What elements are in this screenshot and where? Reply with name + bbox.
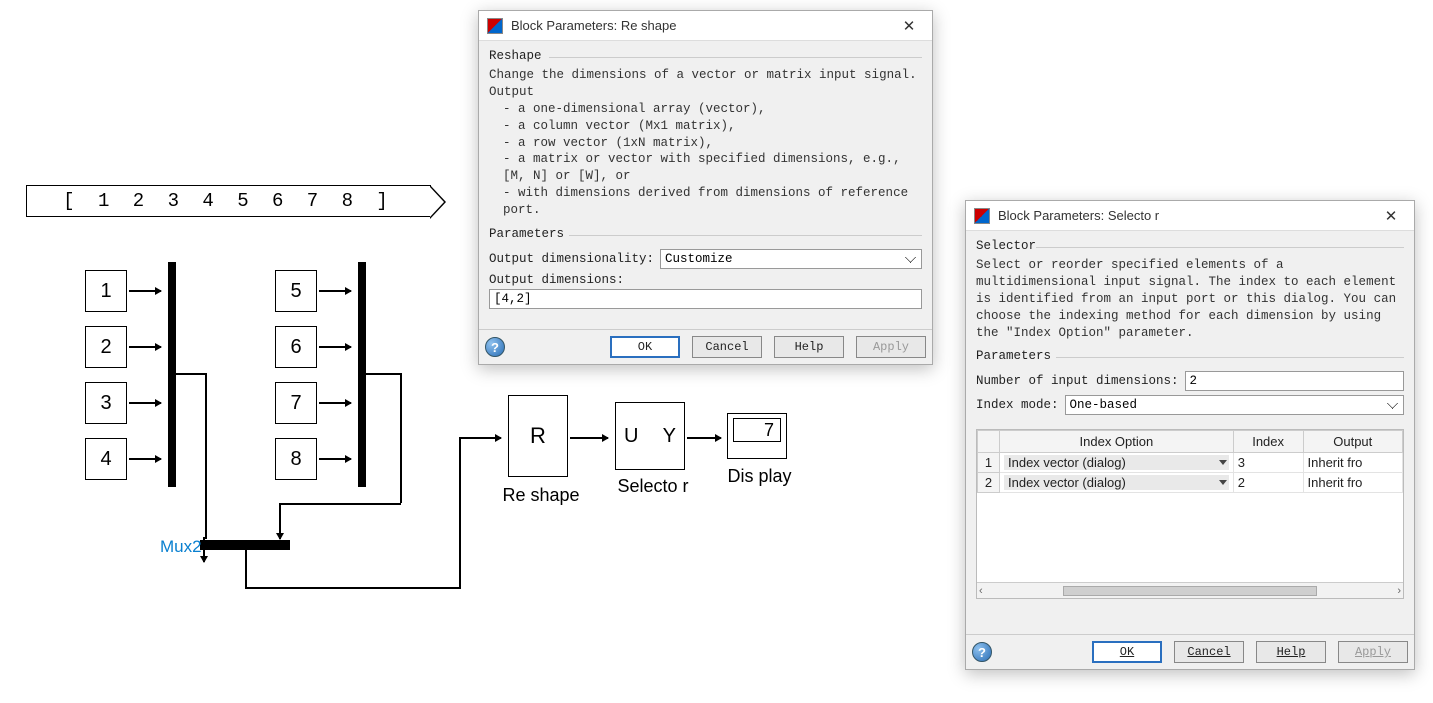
demux-a-port-3: 3 [85, 382, 127, 424]
horizontal-scrollbar[interactable]: ‹› [977, 582, 1403, 598]
wire [570, 437, 608, 439]
cancel-button[interactable]: Cancel [1174, 641, 1244, 663]
wire [176, 373, 206, 375]
output-dimensions-input[interactable] [489, 289, 922, 309]
col-index: Index [1233, 431, 1303, 453]
demux-b-port-5: 5 [275, 270, 317, 312]
selector-dialog-titlebar[interactable]: Block Parameters: Selecto r ✕ [966, 201, 1414, 231]
reshape-dialog: Block Parameters: Re shape ✕ Reshape Cha… [478, 10, 933, 365]
wire [129, 458, 161, 460]
index-mode-label: Index mode: [976, 398, 1059, 412]
mux2-label: Mux2 [160, 537, 202, 557]
reshape-dialog-title: Block Parameters: Re shape [511, 18, 676, 33]
display-value: 7 [733, 418, 781, 442]
reshape-description: Change the dimensions of a vector or mat… [489, 67, 922, 219]
wire [129, 402, 161, 404]
demux-a-port-4: 4 [85, 438, 127, 480]
constant-source-block[interactable]: [ 1 2 3 4 5 6 7 8 ] [26, 185, 431, 217]
wire [205, 373, 207, 539]
apply-button[interactable]: Apply [856, 336, 926, 358]
apply-button[interactable]: Apply [1338, 641, 1408, 663]
index-value-cell[interactable]: 3 [1233, 453, 1303, 473]
output-dimensions-label: Output dimensions: [489, 273, 922, 287]
index-value-cell[interactable]: 2 [1233, 473, 1303, 493]
simulink-icon [974, 208, 990, 224]
ok-button[interactable]: OK [1092, 641, 1162, 663]
reshape-block[interactable]: R [508, 395, 568, 477]
index-option-table[interactable]: Index Option Index Output 1 Index vector… [976, 429, 1404, 599]
parameters-group-label: Parameters [976, 347, 1404, 367]
selector-group-label: Selector [976, 237, 1404, 257]
chevron-down-icon [1219, 480, 1227, 485]
wire [319, 290, 351, 292]
output-dimensionality-label: Output dimensionality: [489, 252, 654, 266]
demux-b-port-8: 8 [275, 438, 317, 480]
ok-button[interactable]: OK [610, 336, 680, 358]
wire [129, 290, 161, 292]
wire [129, 346, 161, 348]
wire [319, 402, 351, 404]
selector-description: Select or reorder specified elements of … [976, 257, 1404, 341]
wire [459, 437, 461, 589]
mux-b-bar[interactable] [358, 262, 366, 487]
help-icon[interactable]: ? [485, 337, 505, 357]
num-input-dims-input[interactable] [1185, 371, 1404, 391]
simulink-icon [487, 18, 503, 34]
selector-dialog-title: Block Parameters: Selecto r [998, 208, 1159, 223]
demux-b-port-7: 7 [275, 382, 317, 424]
selector-dialog: Block Parameters: Selecto r ✕ Selector S… [965, 200, 1415, 670]
wire [245, 550, 247, 588]
wire [459, 437, 501, 439]
wire [366, 373, 401, 375]
reshape-block-label: Re shape [496, 485, 586, 506]
demux-a-port-2: 2 [85, 326, 127, 368]
num-input-dims-label: Number of input dimensions: [976, 374, 1179, 388]
mux-a-bar[interactable] [168, 262, 176, 487]
reshape-dialog-titlebar[interactable]: Block Parameters: Re shape ✕ [479, 11, 932, 41]
help-icon[interactable]: ? [972, 642, 992, 662]
display-block-label: Dis play [722, 466, 797, 487]
index-mode-select[interactable]: One-based [1065, 395, 1404, 415]
wire [245, 587, 460, 589]
selector-block-label: Selecto r [608, 476, 698, 497]
output-size-cell[interactable]: Inherit fro [1303, 453, 1403, 473]
index-option-cell[interactable]: Index vector (dialog) [1000, 453, 1234, 473]
selector-block[interactable]: U Y [615, 402, 685, 470]
table-row[interactable]: 2 Index vector (dialog) 2 Inherit fro [978, 473, 1403, 493]
chevron-down-icon [1219, 460, 1227, 465]
reshape-group-label: Reshape [489, 47, 922, 67]
help-button[interactable]: Help [1256, 641, 1326, 663]
wire [281, 503, 401, 505]
wire [400, 373, 402, 503]
wire [319, 458, 351, 460]
cancel-button[interactable]: Cancel [692, 336, 762, 358]
help-button[interactable]: Help [774, 336, 844, 358]
wire [319, 346, 351, 348]
col-index-option: Index Option [1000, 431, 1234, 453]
index-option-cell[interactable]: Index vector (dialog) [1000, 473, 1234, 493]
demux-b-port-6: 6 [275, 326, 317, 368]
constant-source-text: [ 1 2 3 4 5 6 7 8 ] [63, 190, 394, 212]
wire [280, 503, 282, 539]
table-row[interactable]: 1 Index vector (dialog) 3 Inherit fro [978, 453, 1403, 473]
parameters-group-label: Parameters [489, 225, 922, 245]
demux-a-port-1: 1 [85, 270, 127, 312]
mux2-bar[interactable] [200, 540, 290, 550]
wire [687, 437, 721, 439]
output-size-cell[interactable]: Inherit fro [1303, 473, 1403, 493]
col-output: Output [1303, 431, 1403, 453]
close-icon[interactable]: ✕ [1376, 201, 1406, 231]
close-icon[interactable]: ✕ [894, 11, 924, 41]
table-header-row: Index Option Index Output [978, 431, 1403, 453]
output-dimensionality-select[interactable]: Customize [660, 249, 922, 269]
